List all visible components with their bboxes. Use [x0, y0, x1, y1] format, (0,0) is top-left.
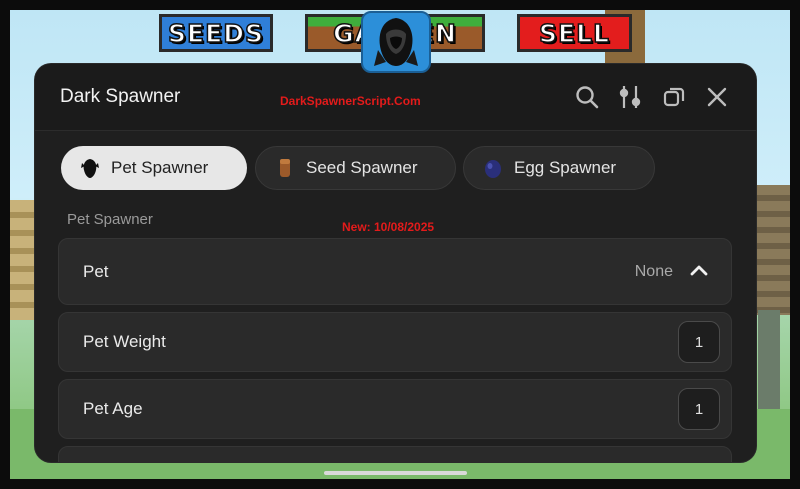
- dark-spawner-window: Dark Spawner DarkSpawnerScript.Com Pet S…: [35, 64, 756, 462]
- duplicate-icon[interactable]: [660, 83, 688, 111]
- watermark: DarkSpawnerScript.Com: [280, 94, 421, 108]
- update-notice: New: 10/08/2025: [342, 220, 435, 234]
- pet-age-label: Pet Age: [83, 399, 143, 418]
- home-indicator: [324, 471, 467, 475]
- pet-icon: [79, 157, 101, 179]
- next-row-partial: [58, 446, 732, 462]
- seed-icon: [274, 157, 296, 179]
- chevron-up-icon[interactable]: [689, 261, 709, 281]
- pet-label: Pet: [83, 262, 109, 281]
- window-header: Dark Spawner DarkSpawnerScript.Com: [35, 64, 756, 131]
- pet-value: None: [634, 263, 673, 280]
- pet-weight-label: Pet Weight: [83, 332, 166, 351]
- seeds-button[interactable]: SEEDS: [159, 14, 273, 52]
- close-icon[interactable]: [703, 83, 731, 111]
- avatar: [361, 11, 431, 73]
- tab-label: Egg Spawner: [514, 158, 617, 177]
- stone-post: [758, 310, 780, 420]
- tab-label: Pet Spawner: [111, 158, 209, 177]
- section-title: Pet Spawner: [67, 211, 153, 228]
- tab-egg-spawner[interactable]: Egg Spawner: [463, 146, 655, 190]
- pet-weight-row: Pet Weight 1: [58, 312, 732, 372]
- fence-right: [750, 185, 790, 315]
- tab-seed-spawner[interactable]: Seed Spawner: [255, 146, 456, 190]
- egg-icon: [482, 157, 504, 179]
- tab-pet-spawner[interactable]: Pet Spawner: [61, 146, 247, 190]
- pet-weight-input[interactable]: 1: [678, 321, 720, 363]
- pet-dropdown[interactable]: Pet None: [58, 238, 732, 305]
- pet-age-row: Pet Age 1: [58, 379, 732, 439]
- search-icon[interactable]: [573, 83, 601, 111]
- hooded-figure-icon: [374, 18, 418, 66]
- sliders-icon[interactable]: [616, 83, 644, 111]
- window-title: Dark Spawner: [60, 86, 181, 107]
- tab-label: Seed Spawner: [306, 158, 418, 177]
- pet-age-input[interactable]: 1: [678, 388, 720, 430]
- sell-button[interactable]: SELL: [517, 14, 632, 52]
